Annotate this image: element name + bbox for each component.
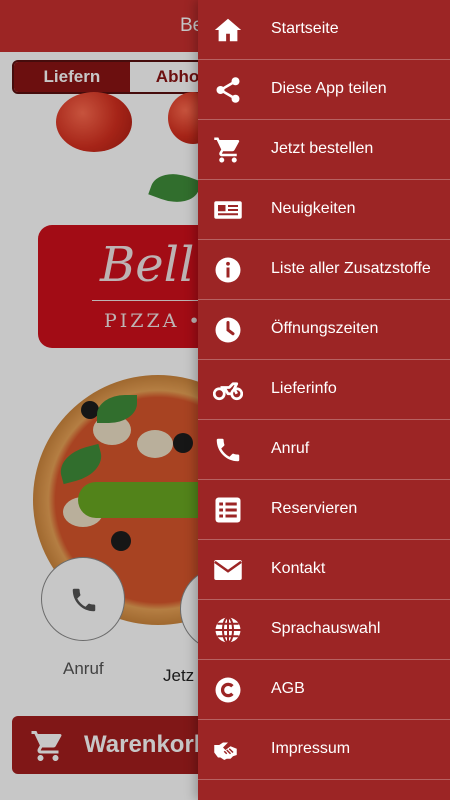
navigation-drawer: Startseite Diese App teilen Jetzt bestel… <box>198 0 450 800</box>
menu-item-label: Impressum <box>271 740 351 757</box>
menu-item-terms[interactable]: AGB <box>198 660 450 720</box>
menu-item-news[interactable]: Neuigkeiten <box>198 180 450 240</box>
list-icon <box>213 495 243 525</box>
menu-item-label: Anruf <box>271 440 310 457</box>
menu-item-startseite[interactable]: Startseite <box>198 0 450 60</box>
menu-item-label: Reservieren <box>271 500 358 517</box>
menu-item-delivery-info[interactable]: Lieferinfo <box>198 360 450 420</box>
share-icon <box>213 75 243 105</box>
newspaper-icon <box>213 195 243 225</box>
handshake-icon <box>213 735 243 765</box>
menu-item-label: Öffnungszeiten <box>271 320 379 337</box>
menu-item-order-now[interactable]: Jetzt bestellen <box>198 120 450 180</box>
menu-item-label: Neuigkeiten <box>271 200 356 217</box>
menu-item-label: Kontakt <box>271 560 326 577</box>
menu-item-label: AGB <box>271 680 305 697</box>
menu-item-contact[interactable]: Kontakt <box>198 540 450 600</box>
menu-item-label: Diese App teilen <box>271 80 387 97</box>
globe-icon <box>213 615 243 645</box>
menu-item-share-app[interactable]: Diese App teilen <box>198 60 450 120</box>
menu-item-call[interactable]: Anruf <box>198 420 450 480</box>
menu-item-opening-hours[interactable]: Öffnungszeiten <box>198 300 450 360</box>
phone-icon <box>213 435 243 465</box>
menu-item-additives[interactable]: Liste aller Zusatzstoffe <box>198 240 450 300</box>
menu-item-label: Jetzt bestellen <box>271 140 374 157</box>
copyright-icon <box>213 675 243 705</box>
motorcycle-icon <box>213 375 243 405</box>
menu-item-label: Liste aller Zusatzstoffe <box>271 260 431 277</box>
home-icon <box>213 15 243 45</box>
clock-icon <box>213 315 243 345</box>
menu-item-label: Lieferinfo <box>271 380 337 397</box>
info-icon <box>213 255 243 285</box>
menu-item-label: Sprachauswahl <box>271 620 381 637</box>
menu-item-reserve[interactable]: Reservieren <box>198 480 450 540</box>
envelope-icon <box>213 555 243 585</box>
cart-icon <box>213 135 243 165</box>
menu-item-imprint[interactable]: Impressum <box>198 720 450 780</box>
menu-item-label: Startseite <box>271 20 339 37</box>
menu-item-language[interactable]: Sprachauswahl <box>198 600 450 660</box>
